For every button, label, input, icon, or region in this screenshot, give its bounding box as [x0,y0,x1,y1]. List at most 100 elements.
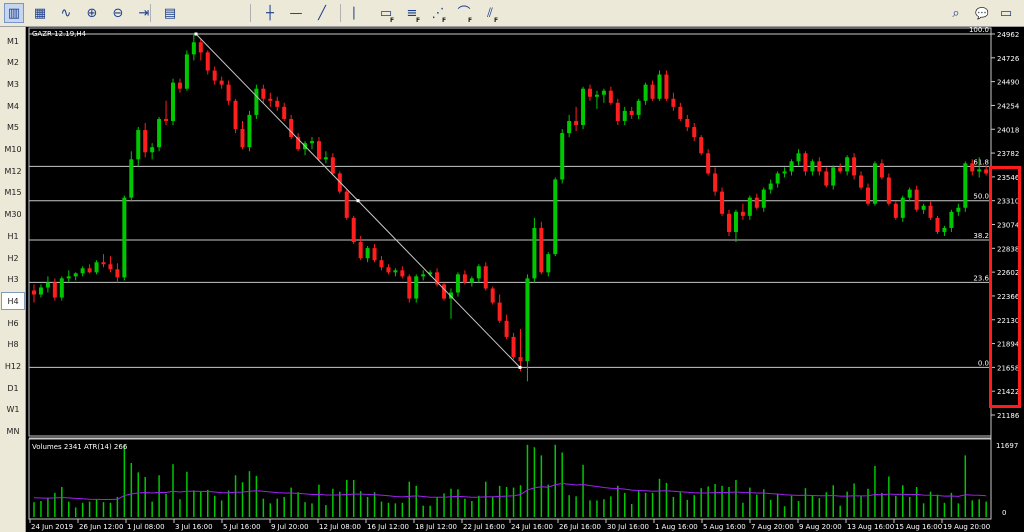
bull-candle [733,211,738,232]
bear-candle [115,269,120,278]
bear-candle [608,90,613,103]
bull-candle [136,130,141,160]
bear-candle [706,153,711,174]
toolbar-separator [250,4,251,22]
bull-candle [94,262,99,273]
fibo-f-marker: F [416,17,421,24]
time-axis-label: 30 Jul 16:00 [607,523,649,531]
chart-window[interactable]: 100.0 61.8 50.0 38.2 23.6 0.0 24962 24726 24490… [26,27,1024,532]
bear-candle [886,177,891,204]
bear-candle [803,153,808,172]
bull-candle [907,189,912,198]
timeframe-m15[interactable]: M15 [1,184,25,202]
fib-level-label: 50.0 [973,193,989,201]
fib-anchor-point [194,32,198,36]
time-axis-label: 9 Aug 20:00 [799,523,842,531]
timeframe-d1[interactable]: D1 [1,379,25,397]
bull-candle [601,90,606,95]
bull-candle [567,120,572,134]
fib-level-label: 38.2 [973,232,989,240]
bear-candle [344,191,349,218]
bull-candle [157,118,162,148]
timeframe-m4[interactable]: M4 [1,97,25,115]
bear-candle [879,163,884,178]
volume-indicator-label: Volumes 2341 ATR(14) 266 [32,443,128,451]
bear-candle [261,88,266,99]
bear-candle [275,100,280,107]
timeframe-m12[interactable]: M12 [1,162,25,180]
bear-candle [205,52,210,71]
timeframe-m1[interactable]: M1 [1,32,25,50]
timeframe-m5[interactable]: M5 [1,119,25,137]
messages-icon[interactable]: ▭ [996,3,1016,23]
hline-button[interactable]: — [286,3,306,23]
bear-candle [164,118,169,121]
timeframe-m2[interactable]: M2 [1,54,25,72]
chart-shift-button[interactable]: ⇥ [134,3,154,23]
bear-candle [483,266,488,289]
zoom-in-button[interactable]: ⊕ [82,3,102,23]
bear-candle [685,118,690,128]
chat-icon[interactable]: 💬 [972,3,992,23]
bear-candle [928,205,933,218]
price-chart-svg[interactable]: 100.0 61.8 50.0 38.2 23.6 0.0 24962 24726 24490… [26,27,1024,532]
bull-candle [796,153,801,162]
bull-candle [59,278,64,298]
candlestick-button[interactable]: ▦ [30,3,50,23]
timeframe-m3[interactable]: M3 [1,75,25,93]
crosshair-button[interactable]: ┼ [260,3,280,23]
price-axis-label: 23074 [997,222,1020,230]
time-axis-label: 5 Aug 16:00 [703,523,746,531]
bear-candle [177,82,182,89]
bull-candle [963,163,968,208]
bull-candle [747,197,752,216]
autoscroll-button[interactable]: ▤ [160,3,180,23]
bull-candle [254,88,259,115]
zoom-out-button[interactable]: ⊖ [108,3,128,23]
line-chart-button[interactable]: ∿ [56,3,76,23]
timeframe-h3[interactable]: H3 [1,271,25,289]
bear-candle [824,171,829,186]
bull-candle [581,88,586,126]
bull-candle [45,282,50,288]
bear-candle [817,161,822,172]
timeframe-m30[interactable]: M30 [1,206,25,224]
bar-chart-button[interactable]: ▥ [4,3,24,23]
time-axis-label: 24 Jun 2019 [31,523,73,531]
price-axis-label: 22130 [997,317,1019,325]
fib-level-label: 23.6 [973,274,989,282]
price-axis-label: 23310 [997,198,1019,206]
price-axis-label: 23782 [997,150,1019,158]
bear-candle [316,141,321,160]
bull-candle [831,167,836,186]
bear-candle [386,267,391,273]
bull-candle [921,205,926,210]
timeframe-mn[interactable]: MN [1,423,25,441]
bull-candle [525,278,530,362]
bull-candle [80,268,85,274]
bear-candle [351,217,356,243]
timeframe-h1[interactable]: H1 [1,227,25,245]
bear-candle [740,211,745,216]
time-axis-label: 9 Jul 20:00 [271,523,309,531]
bull-candle [768,183,773,190]
search-icon[interactable]: ⌕ [946,3,966,23]
time-axis-label: 3 Jul 16:00 [175,523,213,531]
bull-candle [643,84,648,101]
bear-candle [671,98,676,107]
channel-button[interactable]: ⎸ [350,3,370,23]
timeframe-m10[interactable]: M10 [1,141,25,159]
timeframe-h4[interactable]: H4 [1,292,25,311]
bear-candle [615,102,620,121]
bear-candle [678,106,683,119]
time-axis-label: 12 Jul 08:00 [319,523,361,531]
timeframe-h2[interactable]: H2 [1,249,25,267]
timeframe-h6[interactable]: H6 [1,314,25,332]
fib-level-label: 61.8 [973,158,989,166]
trendline-button[interactable]: ╱ [312,3,332,23]
timeframe-h12[interactable]: H12 [1,358,25,376]
volume-axis-zero: 0 [1002,509,1006,517]
timeframe-w1[interactable]: W1 [1,401,25,419]
timeframe-h8[interactable]: H8 [1,336,25,354]
bear-candle [407,276,412,299]
